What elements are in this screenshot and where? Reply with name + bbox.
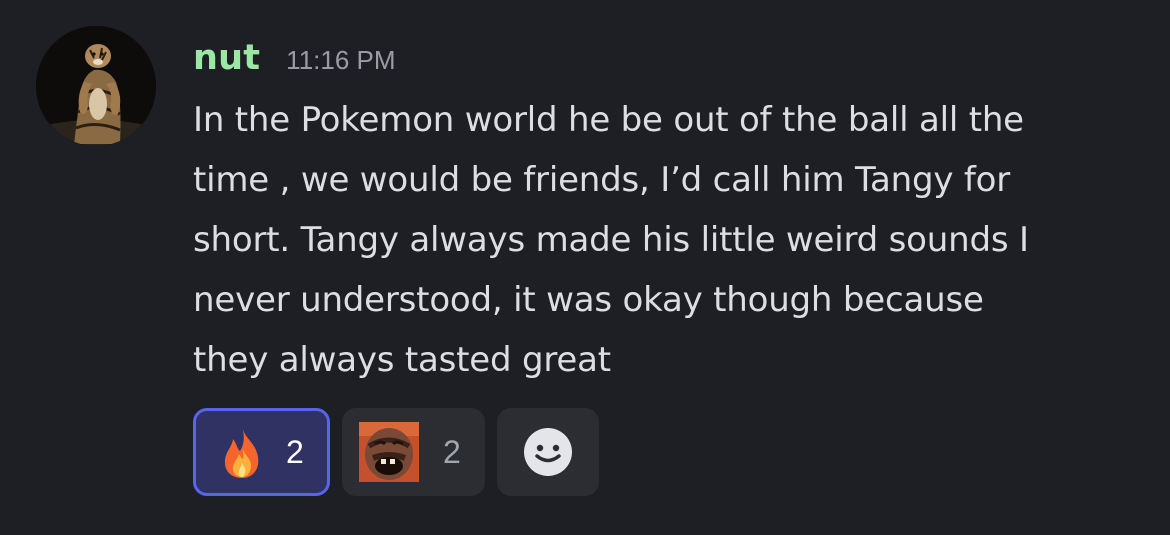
add-reaction-button[interactable]	[497, 408, 599, 496]
message-line: In the Pokemon world he be out of the ba…	[193, 100, 1024, 140]
timestamp[interactable]: 11:16 PM	[286, 38, 395, 82]
message-header: nut 11:16 PM	[193, 36, 396, 82]
reaction-laughing-man[interactable]: 2	[342, 408, 485, 496]
tiger-avatar-image	[36, 26, 156, 146]
reaction-fire[interactable]: 2	[193, 408, 330, 496]
message-line: time , we would be friends, I’d call him…	[193, 160, 1011, 200]
reaction-count: 2	[443, 433, 461, 470]
laughing-man-custom-emoji	[359, 422, 419, 482]
avatar[interactable]	[36, 26, 156, 146]
add-reaction-smiley-icon	[524, 428, 572, 476]
message-line: never understood, it was okay though bec…	[193, 280, 984, 320]
username[interactable]: nut	[193, 36, 260, 80]
message-line: they always tasted great	[193, 340, 611, 380]
fire-icon	[224, 427, 259, 478]
reaction-count: 2	[286, 433, 304, 470]
message-line: short. Tangy always made his little weir…	[193, 220, 1029, 260]
chat-message: nut 11:16 PM In the Pokemon world he be …	[0, 0, 1170, 535]
reactions-bar: 2 2	[193, 408, 599, 496]
message-content: In the Pokemon world he be out of the ba…	[193, 90, 1153, 390]
